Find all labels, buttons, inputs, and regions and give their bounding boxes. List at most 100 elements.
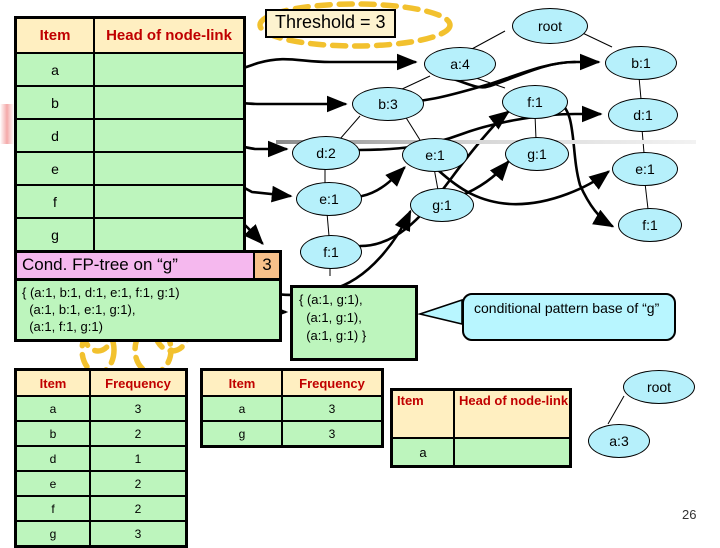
freq2-item-g: g [200,420,283,448]
header-row-link-g [93,217,246,253]
column-header-node-link: Head of node-link [93,16,246,54]
freq2-value-a: 3 [281,395,384,422]
tree-node-a3: a:3 [588,424,650,458]
freq1-item-d: d [14,445,91,472]
tree-node-label: f:1 [527,94,543,110]
tree-node-label: f:1 [323,244,339,260]
table-row: g 3 [200,420,384,448]
table-row: g 3 [14,520,188,548]
cond-fp-tree-panel: Cond. FP-tree on “g” 3 { (a:1, b:1, d:1,… [14,250,282,342]
freq1-value-b: 2 [89,420,188,447]
tree-node-label: b:3 [378,96,398,112]
tree-node-f1a: f:1 [502,85,568,119]
table-row: d [14,118,246,153]
tree-node-d2: d:2 [292,136,360,170]
freq1-item-a: a [14,395,91,422]
tree-node-label: e:1 [635,161,655,177]
header-row-item-e: e [14,151,95,186]
table-row: f [14,184,246,219]
header-table: Item Head of node-link a b d e f g [14,16,246,253]
pattern-base-box: { (a:1, g:1), (a:1, g:1), (a:1, g:1) } [290,285,418,361]
threshold-label: Threshold = 3 [275,12,386,32]
tree-node-label: root [646,379,672,395]
table-header-row: Item Frequency [14,368,188,397]
header-row-link-b [93,85,246,120]
table-row: a 3 [200,395,384,422]
tree-node-f1b: f:1 [618,208,682,242]
freq2-value-g: 3 [281,420,384,448]
tree-node-b1: b:1 [605,46,677,80]
slide-canvas: Threshold = 3 Item Head of node-link a b… [0,0,720,548]
tree-node-label: g:1 [432,197,452,213]
header-row-item-d: d [14,118,95,153]
balloon-tail [417,298,463,326]
header-row-link-e [93,151,246,186]
tree-node-root: root [512,8,588,44]
tree-node-label: b:1 [631,55,651,71]
header-row-link-f [93,184,246,219]
tree-node-e1c: e:1 [296,182,362,216]
header-table-2: Item Head of node-link a [390,388,572,468]
table-header-row: Item Frequency [200,368,384,397]
tree-node-label: d:1 [633,107,653,123]
header-row-item-f: f [14,184,95,219]
tree-node-label: root [537,18,563,34]
cond-fp-tree-transactions: { (a:1, b:1, d:1, e:1, f:1, g:1) (a:1, b… [22,285,180,334]
freq1-item-g: g [14,520,91,548]
tree-node-label: e:1 [425,147,445,163]
freq1-item-b: b [14,420,91,447]
table-row: g [14,217,246,253]
left-edge-artifact [0,104,14,144]
tree-node-d1: d:1 [608,98,678,132]
freq1-value-a: 3 [89,395,188,422]
freq1-value-f: 2 [89,495,188,522]
freq1-value-g: 3 [89,520,188,548]
tree-node-label: f:1 [642,217,658,233]
tree-node-a4: a:4 [424,47,496,81]
column-header-item: Item [390,388,455,439]
column-header-item: Item [200,368,283,397]
page-number: 26 [682,507,697,522]
table-row: a [390,437,572,468]
header-row-link-a [93,52,246,87]
column-header-item: Item [14,16,95,54]
cond-fp-tree-title-row: Cond. FP-tree on “g” 3 [17,253,279,281]
frequency-table-1: Item Frequency a 3 b 2 d 1 e 2 f 2 g 3 [14,368,188,548]
table-row: f 2 [14,495,188,522]
table-row: e [14,151,246,186]
table-row: d 1 [14,445,188,472]
table-header-row: Item Head of node-link [390,388,572,439]
header-row-item-a: a [14,52,95,87]
tree-node-label: e:1 [319,191,339,207]
table-header-row: Item Head of node-link [14,16,246,54]
small-tree-edges [607,395,625,425]
tree-node-f1c: f:1 [300,235,362,269]
tree-node-e1a: e:1 [402,138,468,172]
header-row-item-g: g [14,217,95,253]
tree-node-label: d:2 [316,145,336,161]
tree-node-e1b: e:1 [612,152,678,186]
tree-node-label: g:1 [527,146,547,162]
freq1-item-f: f [14,495,91,522]
freq1-item-e: e [14,470,91,497]
freq1-value-e: 2 [89,470,188,497]
column-header-frequency: Frequency [89,368,188,397]
tree-node-label: a:4 [450,56,470,72]
freq2-item-a: a [200,395,283,422]
tree-node-g1a: g:1 [505,137,569,171]
table-row: a [14,52,246,87]
column-header-node-link: Head of node-link [453,388,572,439]
threshold-callout: Threshold = 3 [265,9,396,38]
header2-row-item-a: a [390,437,455,468]
table-row: e 2 [14,470,188,497]
freq1-value-d: 1 [89,445,188,472]
conditional-pattern-base-balloon: conditional pattern base of “g” [462,293,676,341]
tree-node-root2: root [623,370,695,404]
column-header-item: Item [14,368,91,397]
cond-fp-tree-title: Cond. FP-tree on “g” [17,253,253,278]
header2-row-link-a [453,437,572,468]
header-row-item-b: b [14,85,95,120]
header-row-link-d [93,118,246,153]
frequency-table-2: Item Frequency a 3 g 3 [200,368,384,448]
cond-fp-tree-count: 3 [253,253,279,278]
